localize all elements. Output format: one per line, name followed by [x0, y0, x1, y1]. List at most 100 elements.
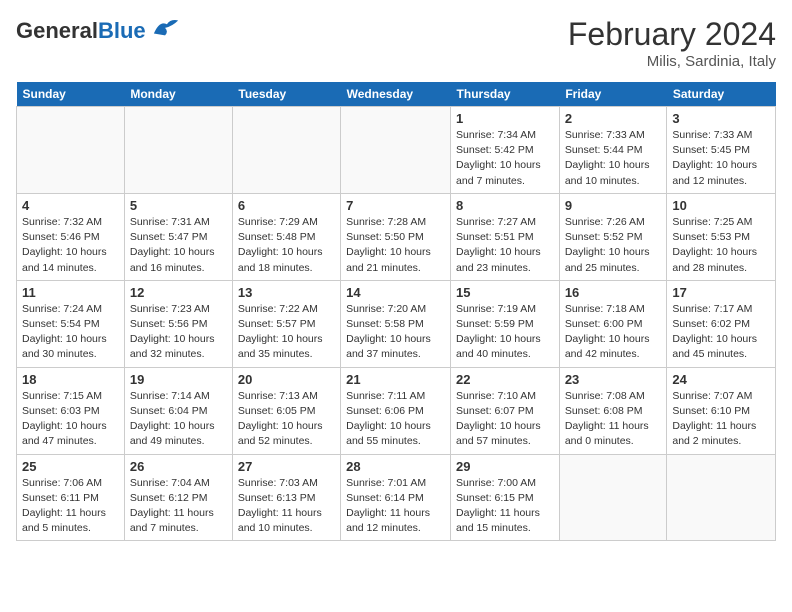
- calendar-cell: 17 Sunrise: 7:17 AM Sunset: 6:02 PM Dayli…: [667, 280, 776, 367]
- day-info: Sunrise: 7:03 AM Sunset: 6:13 PM Dayligh…: [238, 476, 335, 537]
- day-number: 10: [672, 198, 770, 213]
- weekday-header-thursday: Thursday: [451, 82, 560, 107]
- logo-blue-text: Blue: [98, 18, 146, 43]
- day-number: 15: [456, 285, 554, 300]
- calendar-cell: 25Sunrise: 7:06 AM Sunset: 6:11 PM Dayli…: [17, 454, 125, 541]
- calendar-cell: 16 Sunrise: 7:18 AM Sunset: 6:00 PM Dayli…: [559, 280, 667, 367]
- day-info: Sunrise: 7:24 AM Sunset: 5:54 PM Dayligh…: [22, 302, 119, 363]
- calendar-cell: 9Sunrise: 7:26 AM Sunset: 5:52 PM Daylig…: [559, 193, 667, 280]
- day-info: Sunrise: 7:33 AM Sunset: 5:45 PM Dayligh…: [672, 128, 770, 189]
- day-number: 13: [238, 285, 335, 300]
- day-info: Sunrise: 7:28 AM Sunset: 5:50 PM Dayligh…: [346, 215, 445, 276]
- day-number: 29: [456, 459, 554, 474]
- logo-bird-icon: [152, 16, 180, 38]
- day-number: 1: [456, 111, 554, 126]
- day-number: 8: [456, 198, 554, 213]
- calendar-cell: 3 Sunrise: 7:33 AM Sunset: 5:45 PM Daylig…: [667, 107, 776, 194]
- calendar-cell: 5 Sunrise: 7:31 AM Sunset: 5:47 PM Daylig…: [124, 193, 232, 280]
- calendar-cell: [559, 454, 667, 541]
- day-number: 2: [565, 111, 662, 126]
- calendar-cell: 26 Sunrise: 7:04 AM Sunset: 6:12 PM Dayli…: [124, 454, 232, 541]
- day-info: Sunrise: 7:17 AM Sunset: 6:02 PM Dayligh…: [672, 302, 770, 363]
- day-info: Sunrise: 7:00 AM Sunset: 6:15 PM Dayligh…: [456, 476, 554, 537]
- week-row-0: 1 Sunrise: 7:34 AM Sunset: 5:42 PM Daylig…: [17, 107, 776, 194]
- day-number: 27: [238, 459, 335, 474]
- week-row-2: 11 Sunrise: 7:24 AM Sunset: 5:54 PM Dayli…: [17, 280, 776, 367]
- day-info: Sunrise: 7:14 AM Sunset: 6:04 PM Dayligh…: [130, 389, 227, 450]
- calendar-cell: 2Sunrise: 7:33 AM Sunset: 5:44 PM Daylig…: [559, 107, 667, 194]
- day-info: Sunrise: 7:27 AM Sunset: 5:51 PM Dayligh…: [456, 215, 554, 276]
- day-number: 26: [130, 459, 227, 474]
- day-number: 19: [130, 372, 227, 387]
- day-info: Sunrise: 7:23 AM Sunset: 5:56 PM Dayligh…: [130, 302, 227, 363]
- day-info: Sunrise: 7:22 AM Sunset: 5:57 PM Dayligh…: [238, 302, 335, 363]
- calendar-cell: 24 Sunrise: 7:07 AM Sunset: 6:10 PM Dayli…: [667, 367, 776, 454]
- calendar-cell: 6 Sunrise: 7:29 AM Sunset: 5:48 PM Daylig…: [232, 193, 340, 280]
- day-info: Sunrise: 7:01 AM Sunset: 6:14 PM Dayligh…: [346, 476, 445, 537]
- calendar-cell: [341, 107, 451, 194]
- calendar-subtitle: Milis, Sardinia, Italy: [568, 53, 776, 70]
- calendar-title: February 2024: [568, 16, 776, 53]
- logo: GeneralBlue: [16, 16, 180, 44]
- calendar-cell: 8 Sunrise: 7:27 AM Sunset: 5:51 PM Daylig…: [451, 193, 560, 280]
- day-info: Sunrise: 7:13 AM Sunset: 6:05 PM Dayligh…: [238, 389, 335, 450]
- day-info: Sunrise: 7:34 AM Sunset: 5:42 PM Dayligh…: [456, 128, 554, 189]
- week-row-3: 18 Sunrise: 7:15 AM Sunset: 6:03 PM Dayli…: [17, 367, 776, 454]
- weekday-header-tuesday: Tuesday: [232, 82, 340, 107]
- day-number: 17: [672, 285, 770, 300]
- weekday-header-monday: Monday: [124, 82, 232, 107]
- calendar-table: SundayMondayTuesdayWednesdayThursdayFrid…: [16, 82, 776, 541]
- day-number: 6: [238, 198, 335, 213]
- calendar-cell: 28 Sunrise: 7:01 AM Sunset: 6:14 PM Dayli…: [341, 454, 451, 541]
- calendar-cell: 1 Sunrise: 7:34 AM Sunset: 5:42 PM Daylig…: [451, 107, 560, 194]
- day-info: Sunrise: 7:19 AM Sunset: 5:59 PM Dayligh…: [456, 302, 554, 363]
- day-info: Sunrise: 7:18 AM Sunset: 6:00 PM Dayligh…: [565, 302, 662, 363]
- calendar-cell: [667, 454, 776, 541]
- day-info: Sunrise: 7:15 AM Sunset: 6:03 PM Dayligh…: [22, 389, 119, 450]
- day-info: Sunrise: 7:20 AM Sunset: 5:58 PM Dayligh…: [346, 302, 445, 363]
- day-info: Sunrise: 7:07 AM Sunset: 6:10 PM Dayligh…: [672, 389, 770, 450]
- calendar-cell: 23 Sunrise: 7:08 AM Sunset: 6:08 PM Dayli…: [559, 367, 667, 454]
- day-info: Sunrise: 7:25 AM Sunset: 5:53 PM Dayligh…: [672, 215, 770, 276]
- day-info: Sunrise: 7:10 AM Sunset: 6:07 PM Dayligh…: [456, 389, 554, 450]
- day-number: 5: [130, 198, 227, 213]
- day-info: Sunrise: 7:31 AM Sunset: 5:47 PM Dayligh…: [130, 215, 227, 276]
- day-number: 11: [22, 285, 119, 300]
- calendar-cell: 15 Sunrise: 7:19 AM Sunset: 5:59 PM Dayli…: [451, 280, 560, 367]
- calendar-cell: 22 Sunrise: 7:10 AM Sunset: 6:07 PM Dayli…: [451, 367, 560, 454]
- day-info: Sunrise: 7:11 AM Sunset: 6:06 PM Dayligh…: [346, 389, 445, 450]
- day-info: Sunrise: 7:04 AM Sunset: 6:12 PM Dayligh…: [130, 476, 227, 537]
- calendar-cell: 29 Sunrise: 7:00 AM Sunset: 6:15 PM Dayli…: [451, 454, 560, 541]
- day-number: 24: [672, 372, 770, 387]
- calendar-cell: 13 Sunrise: 7:22 AM Sunset: 5:57 PM Dayli…: [232, 280, 340, 367]
- day-number: 18: [22, 372, 119, 387]
- calendar-cell: 12 Sunrise: 7:23 AM Sunset: 5:56 PM Dayli…: [124, 280, 232, 367]
- calendar-cell: 14 Sunrise: 7:20 AM Sunset: 5:58 PM Dayli…: [341, 280, 451, 367]
- day-info: Sunrise: 7:08 AM Sunset: 6:08 PM Dayligh…: [565, 389, 662, 450]
- day-number: 14: [346, 285, 445, 300]
- day-number: 21: [346, 372, 445, 387]
- weekday-header-friday: Friday: [559, 82, 667, 107]
- calendar-cell: 7 Sunrise: 7:28 AM Sunset: 5:50 PM Daylig…: [341, 193, 451, 280]
- calendar-cell: 27 Sunrise: 7:03 AM Sunset: 6:13 PM Dayli…: [232, 454, 340, 541]
- day-number: 12: [130, 285, 227, 300]
- day-number: 7: [346, 198, 445, 213]
- calendar-body: 1 Sunrise: 7:34 AM Sunset: 5:42 PM Daylig…: [17, 107, 776, 541]
- day-number: 20: [238, 372, 335, 387]
- calendar-cell: 11 Sunrise: 7:24 AM Sunset: 5:54 PM Dayli…: [17, 280, 125, 367]
- day-number: 16: [565, 285, 662, 300]
- day-number: 3: [672, 111, 770, 126]
- day-number: 23: [565, 372, 662, 387]
- logo-general-text: General: [16, 18, 98, 43]
- weekday-header-wednesday: Wednesday: [341, 82, 451, 107]
- day-number: 22: [456, 372, 554, 387]
- weekday-header-sunday: Sunday: [17, 82, 125, 107]
- header: GeneralBlue February 2024 Milis, Sardini…: [16, 16, 776, 70]
- day-number: 4: [22, 198, 119, 213]
- day-info: Sunrise: 7:26 AM Sunset: 5:52 PM Dayligh…: [565, 215, 662, 276]
- day-info: Sunrise: 7:29 AM Sunset: 5:48 PM Dayligh…: [238, 215, 335, 276]
- calendar-cell: 4Sunrise: 7:32 AM Sunset: 5:46 PM Daylig…: [17, 193, 125, 280]
- calendar-cell: 21 Sunrise: 7:11 AM Sunset: 6:06 PM Dayli…: [341, 367, 451, 454]
- day-number: 28: [346, 459, 445, 474]
- weekday-header-saturday: Saturday: [667, 82, 776, 107]
